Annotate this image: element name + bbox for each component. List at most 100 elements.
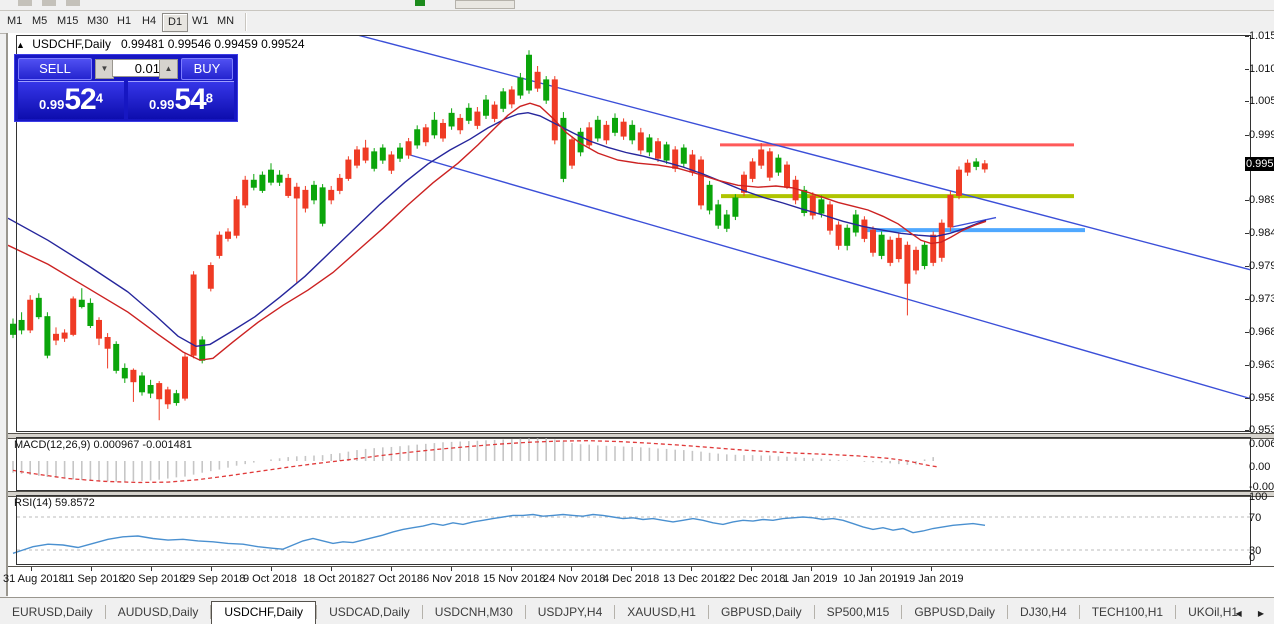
- tab-usdcad-daily[interactable]: USDCAD,Daily: [317, 602, 422, 622]
- rsi-axis-label: 70: [1249, 512, 1261, 524]
- tab-usdjpy-h4[interactable]: USDJPY,H4: [526, 602, 614, 622]
- candle: [243, 176, 248, 208]
- candle: [346, 156, 351, 181]
- buy-price-button[interactable]: 0.99548: [128, 81, 234, 119]
- tab-audusd-daily[interactable]: AUDUSD,Daily: [106, 602, 211, 622]
- tab-sp500-m15[interactable]: SP500,M15: [815, 602, 902, 622]
- tab-scroll-left-icon[interactable]: ◀: [1230, 606, 1248, 622]
- date-tick: [211, 567, 212, 571]
- date-tick: [631, 567, 632, 571]
- candle: [174, 390, 179, 406]
- candle: [501, 88, 506, 112]
- candle: [544, 76, 549, 104]
- timeframe-toolbar: M1M5M15M30H1H4D1W1MN: [0, 11, 1274, 34]
- buy-button[interactable]: BUY: [181, 58, 233, 80]
- channel-bottom[interactable]: [408, 154, 1251, 398]
- tab-xauusd-h1[interactable]: XAUUSD,H1: [615, 602, 708, 622]
- price-tick-label: 1.01020: [1249, 63, 1274, 75]
- price-tick-label: 0.97375: [1249, 293, 1274, 305]
- date-tick: [571, 567, 572, 571]
- price-tick-label: 0.99985: [1249, 129, 1274, 141]
- candle: [423, 124, 428, 146]
- candle: [475, 107, 480, 129]
- date-label: 15 Nov 2018: [483, 573, 545, 585]
- candle: [974, 158, 979, 170]
- trading-app-window: M1M5M15M30H1H4D1W1MN ▲ USDCHF,Daily 0.99…: [0, 0, 1274, 624]
- candle: [699, 156, 704, 209]
- candle: [277, 170, 282, 186]
- tab-usdchf-daily[interactable]: USDCHF,Daily: [211, 601, 316, 624]
- candle: [19, 312, 24, 334]
- price-tick-label: 0.98425: [1249, 227, 1274, 239]
- candle: [157, 381, 162, 420]
- lot-size-input[interactable]: [112, 59, 163, 77]
- candle: [363, 140, 368, 163]
- candle: [286, 174, 291, 198]
- timeframe-button-m5[interactable]: M5: [27, 13, 52, 30]
- tab-dj30-h4[interactable]: DJ30,H4: [1008, 602, 1079, 622]
- candle: [114, 341, 119, 373]
- timeframe-button-w1[interactable]: W1: [187, 13, 214, 30]
- sell-button[interactable]: SELL: [18, 58, 92, 80]
- candle: [337, 174, 342, 194]
- candle: [742, 171, 747, 196]
- candle: [312, 181, 317, 204]
- candle: [88, 298, 93, 328]
- clipped-toolbar-strip: [0, 0, 1274, 11]
- date-tick: [91, 567, 92, 571]
- candle: [372, 148, 377, 171]
- tab-usdcnh-m30[interactable]: USDCNH,M30: [423, 602, 525, 622]
- macd-panel-canvas[interactable]: [8, 437, 1274, 491]
- timeframe-button-m1[interactable]: M1: [2, 13, 27, 30]
- date-label: 27 Oct 2018: [363, 573, 423, 585]
- sell-price-button[interactable]: 0.99524: [18, 81, 124, 119]
- tab-scroll-right-icon[interactable]: ▶: [1252, 606, 1270, 622]
- chart-tab-bar: EURUSD,DailyAUDUSD,DailyUSDCHF,DailyUSDC…: [0, 597, 1274, 624]
- date-label: 4 Dec 2018: [603, 573, 659, 585]
- date-label: 9 Oct 2018: [243, 573, 297, 585]
- timeframe-button-m15[interactable]: M15: [52, 13, 83, 30]
- timeframe-button-h4[interactable]: H4: [137, 13, 161, 30]
- candle: [905, 242, 910, 316]
- timeframe-button-d1[interactable]: D1: [162, 13, 188, 32]
- candle: [303, 186, 308, 213]
- candle: [36, 293, 41, 319]
- candle: [888, 236, 893, 266]
- rsi-panel-canvas[interactable]: [8, 495, 1274, 565]
- rsi-axis-label: 0: [1249, 552, 1255, 564]
- tab-gbpusd-daily[interactable]: GBPUSD,Daily: [902, 602, 1007, 622]
- buy-price-prefix: 0.99: [149, 97, 174, 112]
- candle: [733, 194, 738, 220]
- buy-price-big: 54: [174, 83, 205, 116]
- candle: [492, 101, 497, 122]
- candle: [79, 288, 84, 308]
- candle: [105, 333, 110, 368]
- sell-price-big: 52: [64, 83, 95, 116]
- sell-price-prefix: 0.99: [39, 97, 64, 112]
- timeframe-button-h1[interactable]: H1: [112, 13, 136, 30]
- date-tick: [871, 567, 872, 571]
- candle: [260, 171, 265, 192]
- candle: [957, 166, 962, 199]
- candle: [836, 221, 841, 249]
- candle: [664, 142, 669, 164]
- collapse-icon[interactable]: ▲: [16, 40, 25, 50]
- date-tick: [511, 567, 512, 571]
- toolbar-box-fragment: [455, 0, 515, 9]
- candle: [656, 138, 661, 162]
- date-label: 13 Dec 2018: [663, 573, 725, 585]
- candle: [208, 262, 213, 291]
- date-tick: [271, 567, 272, 571]
- lot-increase-button[interactable]: ▲: [159, 59, 178, 79]
- date-label: 20 Sep 2018: [123, 573, 185, 585]
- timeframe-button-mn[interactable]: MN: [212, 13, 239, 30]
- macd-axis-label: 0.006137: [1249, 438, 1274, 450]
- tab-tech100-h1[interactable]: TECH100,H1: [1080, 602, 1175, 622]
- tab-gbpusd-daily[interactable]: GBPUSD,Daily: [709, 602, 814, 622]
- channel-top[interactable]: [353, 35, 1251, 270]
- date-axis: 31 Aug 201811 Sep 201820 Sep 201829 Sep …: [8, 566, 1274, 597]
- candle: [441, 119, 446, 142]
- candle: [458, 114, 463, 134]
- tab-eurusd-daily[interactable]: EURUSD,Daily: [0, 602, 105, 622]
- timeframe-button-m30[interactable]: M30: [82, 13, 113, 30]
